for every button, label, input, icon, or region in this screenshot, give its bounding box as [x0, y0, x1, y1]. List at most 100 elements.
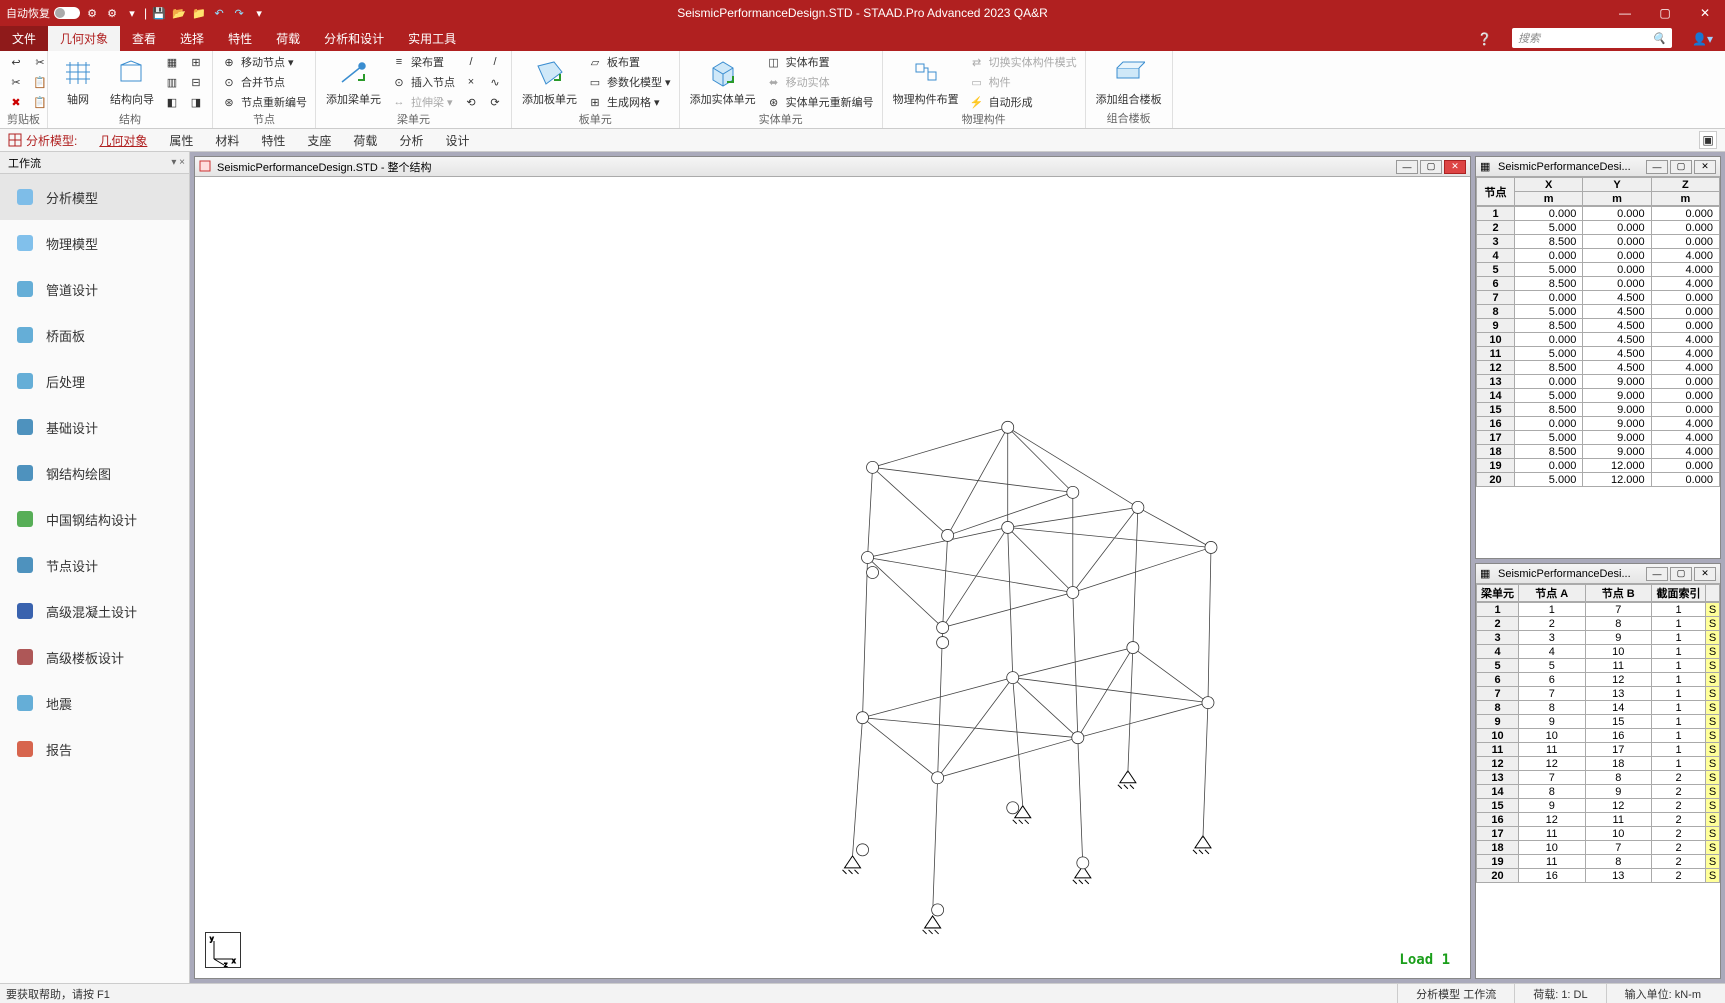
menu-analysis[interactable]: 分析和设计 [312, 26, 396, 51]
auto-form-button[interactable]: ⚡自动形成 [967, 93, 1079, 111]
table-row[interactable]: 1212181S [1477, 757, 1720, 771]
table-row[interactable]: 160.0009.0004.000 [1477, 417, 1720, 431]
beams-table-body[interactable]: 1171S2281S3391S44101S55111S66121S77131S8… [1476, 602, 1720, 978]
nodes-table-body[interactable]: 10.0000.0000.00025.0000.0000.00038.5000.… [1476, 206, 1720, 558]
qat-icon[interactable]: ⚙ [84, 5, 100, 21]
workflow-item-concrete[interactable]: 高级混凝土设计 [0, 588, 189, 634]
table-row[interactable]: 14892S [1477, 785, 1720, 799]
table-row[interactable]: 40.0000.0004.000 [1477, 249, 1720, 263]
workflow-item-post[interactable]: 后处理 [0, 358, 189, 404]
add-beam-button[interactable]: 添加梁单元 [322, 55, 385, 109]
table-row[interactable]: 55111S [1477, 659, 1720, 673]
workflow-item-physical[interactable]: 物理模型 [0, 220, 189, 266]
menu-file[interactable]: 文件 [0, 26, 48, 51]
menu-properties[interactable]: 特性 [216, 26, 264, 51]
table-row[interactable]: 145.0009.0000.000 [1477, 389, 1720, 403]
mdi-minimize[interactable]: — [1646, 567, 1668, 581]
workflow-item-seismic[interactable]: 地震 [0, 680, 189, 726]
table-row[interactable]: 188.5009.0004.000 [1477, 445, 1720, 459]
mdi-minimize[interactable]: — [1396, 160, 1418, 174]
sm-btn[interactable]: ▦ [162, 53, 182, 71]
table-row[interactable]: 191182S [1477, 855, 1720, 869]
table-row[interactable]: 158.5009.0000.000 [1477, 403, 1720, 417]
sm-btn[interactable]: ⊟ [186, 73, 206, 91]
clipboard-icon[interactable]: 📋 [30, 73, 50, 91]
table-row[interactable]: 85.0004.5000.000 [1477, 305, 1720, 319]
pin-button[interactable]: ▣ [1699, 131, 1717, 149]
table-row[interactable]: 1612112S [1477, 813, 1720, 827]
delete-icon[interactable]: ✖ [6, 93, 26, 111]
panel-menu-icon[interactable]: ▾ × [171, 157, 185, 168]
sm-btn[interactable]: / [461, 53, 481, 71]
add-composite-button[interactable]: 添加组合楼板 [1092, 55, 1166, 109]
subtab-spec[interactable]: 特性 [261, 132, 285, 149]
menu-view[interactable]: 查看 [120, 26, 168, 51]
undo-icon[interactable]: ↶ [211, 5, 227, 21]
paste2-icon[interactable]: 📋 [30, 93, 50, 111]
sm-btn[interactable]: ▥ [162, 73, 182, 91]
add-plate-button[interactable]: 添加板单元 [518, 55, 581, 109]
table-row[interactable]: 3391S [1477, 631, 1720, 645]
minimize-button[interactable]: — [1605, 0, 1645, 26]
table-row[interactable]: 68.5000.0004.000 [1477, 277, 1720, 291]
parametric-button[interactable]: ▭参数化模型 ▾ [585, 73, 673, 91]
table-row[interactable]: 159122S [1477, 799, 1720, 813]
table-row[interactable]: 98.5004.5000.000 [1477, 319, 1720, 333]
workflow-item-conn[interactable]: 节点设计 [0, 542, 189, 588]
mdi-minimize[interactable]: — [1646, 160, 1668, 174]
table-row[interactable]: 77131S [1477, 687, 1720, 701]
table-row[interactable]: 25.0000.0000.000 [1477, 221, 1720, 235]
table-row[interactable]: 2281S [1477, 617, 1720, 631]
mdi-restore[interactable]: ▢ [1670, 160, 1692, 174]
table-row[interactable]: 44101S [1477, 645, 1720, 659]
table-row[interactable]: 128.5004.5004.000 [1477, 361, 1720, 375]
workflow-item-report[interactable]: 报告 [0, 726, 189, 772]
user-icon[interactable]: 👤▾ [1680, 26, 1725, 51]
table-row[interactable]: 130.0009.0000.000 [1477, 375, 1720, 389]
mdi-restore[interactable]: ▢ [1420, 160, 1442, 174]
mesh-button[interactable]: ⊞生成网格 ▾ [585, 93, 673, 111]
subtab-support[interactable]: 支座 [307, 132, 331, 149]
table-row[interactable]: 13782S [1477, 771, 1720, 785]
sm-btn[interactable]: ∿ [485, 73, 505, 91]
sm-btn[interactable]: × [461, 73, 481, 91]
subtab-analysis[interactable]: 分析 [399, 132, 423, 149]
table-row[interactable]: 10.0000.0000.000 [1477, 207, 1720, 221]
table-row[interactable]: 205.00012.0000.000 [1477, 473, 1720, 487]
table-row[interactable]: 100.0004.5004.000 [1477, 333, 1720, 347]
redo-icon[interactable]: ↷ [231, 5, 247, 21]
table-row[interactable]: 181072S [1477, 841, 1720, 855]
table-row[interactable]: 66121S [1477, 673, 1720, 687]
workflow-item-slab[interactable]: 高级楼板设计 [0, 634, 189, 680]
folder-icon[interactable]: 📁 [191, 5, 207, 21]
sm-btn[interactable]: / [485, 53, 505, 71]
mdi-close[interactable]: ✕ [1694, 160, 1716, 174]
table-row[interactable]: 1171S [1477, 603, 1720, 617]
table-row[interactable]: 1010161S [1477, 729, 1720, 743]
sm-btn[interactable]: ⟲ [461, 93, 481, 111]
close-button[interactable]: ✕ [1685, 0, 1725, 26]
menu-loads[interactable]: 荷载 [264, 26, 312, 51]
sm-btn[interactable]: ⊞ [186, 53, 206, 71]
menu-utilities[interactable]: 实用工具 [396, 26, 468, 51]
renumber-node-button[interactable]: ⊛节点重新编号 [219, 93, 309, 111]
table-row[interactable]: 55.0000.0004.000 [1477, 263, 1720, 277]
insert-node-button[interactable]: ⊙插入节点 [389, 73, 457, 91]
qat-icon[interactable]: ⚙ [104, 5, 120, 21]
paste-icon[interactable]: ↩ [6, 53, 26, 71]
copy-icon[interactable]: ✂ [30, 53, 50, 71]
workflow-item-steel[interactable]: 钢结构绘图 [0, 450, 189, 496]
mdi-close[interactable]: ✕ [1694, 567, 1716, 581]
subtab-material[interactable]: 材料 [215, 132, 239, 149]
solid-layout-button[interactable]: ◫实体布置 [764, 53, 876, 71]
workflow-item-found[interactable]: 基础设计 [0, 404, 189, 450]
workflow-item-analysis[interactable]: 分析模型 [0, 174, 189, 220]
subtab-geometry[interactable]: 几何对象 [99, 132, 147, 149]
save-icon[interactable]: 💾 [151, 5, 167, 21]
sm-btn[interactable]: ◨ [186, 93, 206, 111]
workflow-item-cnsteel[interactable]: 中国钢结构设计 [0, 496, 189, 542]
sm-btn[interactable]: ◧ [162, 93, 182, 111]
table-row[interactable]: 190.00012.0000.000 [1477, 459, 1720, 473]
qat-dropdown-icon[interactable]: ▾ [251, 5, 267, 21]
physical-layout-button[interactable]: 物理构件布置 [889, 55, 963, 109]
